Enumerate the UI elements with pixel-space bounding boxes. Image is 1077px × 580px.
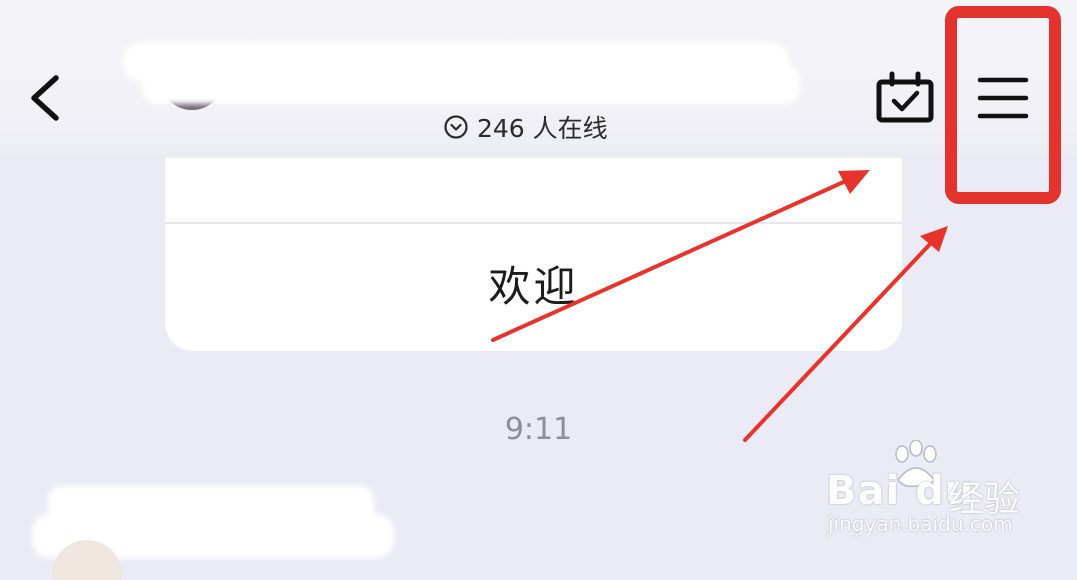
paw-logo-icon bbox=[895, 440, 937, 488]
card-divider bbox=[165, 222, 902, 224]
watermark-logo-text: Bai du bbox=[826, 468, 975, 514]
baidu-jingyan-watermark: Bai du 经验 jingyan.baidu.com bbox=[826, 440, 1046, 540]
watermark-url: jingyan.baidu.com bbox=[828, 512, 1013, 536]
message-text: 欢迎 bbox=[488, 262, 579, 311]
chat-header: 246 人在线 bbox=[0, 0, 1077, 158]
online-status[interactable]: 246 人在线 bbox=[443, 110, 608, 144]
blurred-group-name-2 bbox=[142, 64, 800, 104]
calendar-button[interactable] bbox=[874, 70, 936, 126]
message-timestamp: 9:11 bbox=[504, 412, 573, 447]
chevron-down-circle-icon bbox=[444, 115, 468, 139]
watermark-cn-text: 经验 bbox=[948, 479, 1021, 520]
message-card[interactable]: 欢迎 bbox=[165, 158, 902, 351]
chevron-left-icon bbox=[31, 75, 59, 121]
back-button[interactable] bbox=[22, 70, 72, 126]
online-count-text: 246 人在线 bbox=[477, 114, 608, 143]
highlight-annotation-box bbox=[945, 6, 1061, 204]
calendar-check-icon bbox=[876, 71, 934, 123]
